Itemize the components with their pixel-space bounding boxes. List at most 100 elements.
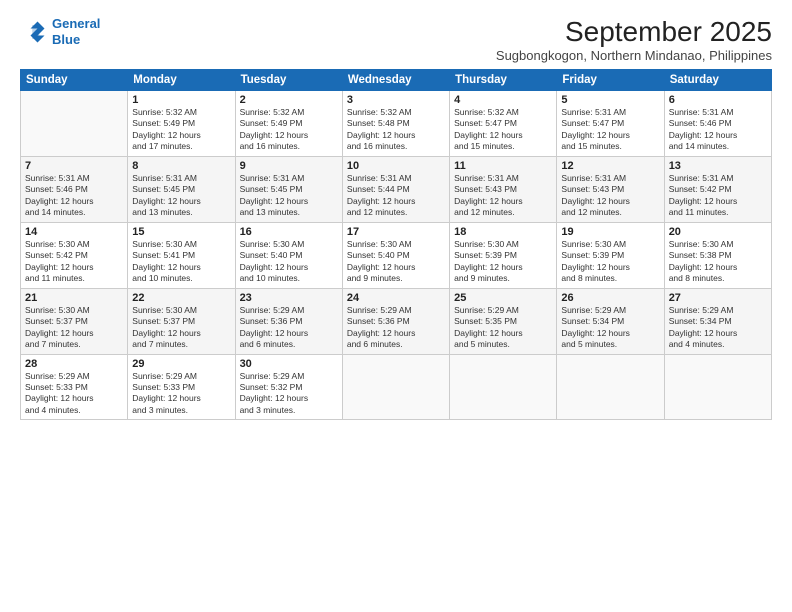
day-cell: 26Sunrise: 5:29 AM Sunset: 5:34 PM Dayli… [557, 288, 664, 354]
day-cell: 13Sunrise: 5:31 AM Sunset: 5:42 PM Dayli… [664, 156, 771, 222]
day-info: Sunrise: 5:31 AM Sunset: 5:45 PM Dayligh… [240, 173, 338, 219]
day-number: 18 [454, 226, 552, 238]
day-number: 29 [132, 358, 230, 370]
day-number: 8 [132, 160, 230, 172]
day-cell: 22Sunrise: 5:30 AM Sunset: 5:37 PM Dayli… [128, 288, 235, 354]
day-cell: 15Sunrise: 5:30 AM Sunset: 5:41 PM Dayli… [128, 222, 235, 288]
day-number: 23 [240, 292, 338, 304]
day-cell [450, 354, 557, 420]
day-number: 27 [669, 292, 767, 304]
day-number: 21 [25, 292, 123, 304]
day-info: Sunrise: 5:31 AM Sunset: 5:47 PM Dayligh… [561, 107, 659, 153]
week-row-1: 1Sunrise: 5:32 AM Sunset: 5:49 PM Daylig… [21, 91, 772, 157]
day-cell: 28Sunrise: 5:29 AM Sunset: 5:33 PM Dayli… [21, 354, 128, 420]
day-cell [342, 354, 449, 420]
day-number: 3 [347, 94, 445, 106]
day-cell: 5Sunrise: 5:31 AM Sunset: 5:47 PM Daylig… [557, 91, 664, 157]
day-info: Sunrise: 5:30 AM Sunset: 5:40 PM Dayligh… [240, 239, 338, 285]
page: General Blue September 2025 Sugbongkogon… [0, 0, 792, 612]
day-cell: 18Sunrise: 5:30 AM Sunset: 5:39 PM Dayli… [450, 222, 557, 288]
day-info: Sunrise: 5:29 AM Sunset: 5:34 PM Dayligh… [669, 305, 767, 351]
day-cell: 11Sunrise: 5:31 AM Sunset: 5:43 PM Dayli… [450, 156, 557, 222]
title-block: September 2025 Sugbongkogon, Northern Mi… [496, 16, 772, 63]
day-number: 28 [25, 358, 123, 370]
day-cell: 27Sunrise: 5:29 AM Sunset: 5:34 PM Dayli… [664, 288, 771, 354]
day-number: 2 [240, 94, 338, 106]
day-number: 22 [132, 292, 230, 304]
day-number: 16 [240, 226, 338, 238]
col-thursday: Thursday [450, 70, 557, 91]
col-tuesday: Tuesday [235, 70, 342, 91]
day-number: 9 [240, 160, 338, 172]
day-info: Sunrise: 5:30 AM Sunset: 5:42 PM Dayligh… [25, 239, 123, 285]
day-number: 20 [669, 226, 767, 238]
day-cell: 16Sunrise: 5:30 AM Sunset: 5:40 PM Dayli… [235, 222, 342, 288]
day-info: Sunrise: 5:31 AM Sunset: 5:46 PM Dayligh… [25, 173, 123, 219]
month-title: September 2025 [496, 16, 772, 48]
day-info: Sunrise: 5:29 AM Sunset: 5:32 PM Dayligh… [240, 371, 338, 417]
day-number: 12 [561, 160, 659, 172]
day-info: Sunrise: 5:30 AM Sunset: 5:37 PM Dayligh… [25, 305, 123, 351]
day-info: Sunrise: 5:29 AM Sunset: 5:36 PM Dayligh… [347, 305, 445, 351]
location: Sugbongkogon, Northern Mindanao, Philipp… [496, 48, 772, 63]
day-number: 14 [25, 226, 123, 238]
logo-text: General Blue [52, 16, 100, 47]
day-cell: 21Sunrise: 5:30 AM Sunset: 5:37 PM Dayli… [21, 288, 128, 354]
day-info: Sunrise: 5:31 AM Sunset: 5:44 PM Dayligh… [347, 173, 445, 219]
day-cell: 9Sunrise: 5:31 AM Sunset: 5:45 PM Daylig… [235, 156, 342, 222]
day-number: 11 [454, 160, 552, 172]
day-cell: 14Sunrise: 5:30 AM Sunset: 5:42 PM Dayli… [21, 222, 128, 288]
day-cell: 3Sunrise: 5:32 AM Sunset: 5:48 PM Daylig… [342, 91, 449, 157]
col-wednesday: Wednesday [342, 70, 449, 91]
day-number: 15 [132, 226, 230, 238]
col-monday: Monday [128, 70, 235, 91]
day-cell: 2Sunrise: 5:32 AM Sunset: 5:49 PM Daylig… [235, 91, 342, 157]
day-cell: 19Sunrise: 5:30 AM Sunset: 5:39 PM Dayli… [557, 222, 664, 288]
day-info: Sunrise: 5:30 AM Sunset: 5:38 PM Dayligh… [669, 239, 767, 285]
calendar-table: Sunday Monday Tuesday Wednesday Thursday… [20, 69, 772, 420]
day-info: Sunrise: 5:29 AM Sunset: 5:33 PM Dayligh… [132, 371, 230, 417]
day-info: Sunrise: 5:29 AM Sunset: 5:35 PM Dayligh… [454, 305, 552, 351]
logo-line1: General [52, 16, 100, 31]
day-number: 19 [561, 226, 659, 238]
day-number: 13 [669, 160, 767, 172]
day-number: 1 [132, 94, 230, 106]
day-number: 17 [347, 226, 445, 238]
day-number: 10 [347, 160, 445, 172]
day-info: Sunrise: 5:32 AM Sunset: 5:49 PM Dayligh… [132, 107, 230, 153]
day-info: Sunrise: 5:31 AM Sunset: 5:42 PM Dayligh… [669, 173, 767, 219]
day-info: Sunrise: 5:30 AM Sunset: 5:37 PM Dayligh… [132, 305, 230, 351]
day-cell: 23Sunrise: 5:29 AM Sunset: 5:36 PM Dayli… [235, 288, 342, 354]
day-cell: 6Sunrise: 5:31 AM Sunset: 5:46 PM Daylig… [664, 91, 771, 157]
header: General Blue September 2025 Sugbongkogon… [20, 16, 772, 63]
day-info: Sunrise: 5:32 AM Sunset: 5:47 PM Dayligh… [454, 107, 552, 153]
day-cell: 24Sunrise: 5:29 AM Sunset: 5:36 PM Dayli… [342, 288, 449, 354]
day-number: 30 [240, 358, 338, 370]
week-row-4: 21Sunrise: 5:30 AM Sunset: 5:37 PM Dayli… [21, 288, 772, 354]
day-info: Sunrise: 5:31 AM Sunset: 5:43 PM Dayligh… [561, 173, 659, 219]
day-info: Sunrise: 5:32 AM Sunset: 5:49 PM Dayligh… [240, 107, 338, 153]
day-cell: 29Sunrise: 5:29 AM Sunset: 5:33 PM Dayli… [128, 354, 235, 420]
day-cell: 10Sunrise: 5:31 AM Sunset: 5:44 PM Dayli… [342, 156, 449, 222]
day-info: Sunrise: 5:31 AM Sunset: 5:45 PM Dayligh… [132, 173, 230, 219]
week-row-5: 28Sunrise: 5:29 AM Sunset: 5:33 PM Dayli… [21, 354, 772, 420]
week-row-3: 14Sunrise: 5:30 AM Sunset: 5:42 PM Dayli… [21, 222, 772, 288]
day-info: Sunrise: 5:30 AM Sunset: 5:39 PM Dayligh… [454, 239, 552, 285]
col-sunday: Sunday [21, 70, 128, 91]
day-number: 25 [454, 292, 552, 304]
day-cell: 17Sunrise: 5:30 AM Sunset: 5:40 PM Dayli… [342, 222, 449, 288]
col-saturday: Saturday [664, 70, 771, 91]
day-number: 26 [561, 292, 659, 304]
day-info: Sunrise: 5:30 AM Sunset: 5:40 PM Dayligh… [347, 239, 445, 285]
day-info: Sunrise: 5:29 AM Sunset: 5:36 PM Dayligh… [240, 305, 338, 351]
day-cell: 30Sunrise: 5:29 AM Sunset: 5:32 PM Dayli… [235, 354, 342, 420]
day-info: Sunrise: 5:29 AM Sunset: 5:33 PM Dayligh… [25, 371, 123, 417]
day-number: 24 [347, 292, 445, 304]
day-cell: 7Sunrise: 5:31 AM Sunset: 5:46 PM Daylig… [21, 156, 128, 222]
day-cell: 8Sunrise: 5:31 AM Sunset: 5:45 PM Daylig… [128, 156, 235, 222]
logo: General Blue [20, 16, 100, 47]
day-cell: 4Sunrise: 5:32 AM Sunset: 5:47 PM Daylig… [450, 91, 557, 157]
day-cell [557, 354, 664, 420]
day-info: Sunrise: 5:29 AM Sunset: 5:34 PM Dayligh… [561, 305, 659, 351]
day-cell: 1Sunrise: 5:32 AM Sunset: 5:49 PM Daylig… [128, 91, 235, 157]
